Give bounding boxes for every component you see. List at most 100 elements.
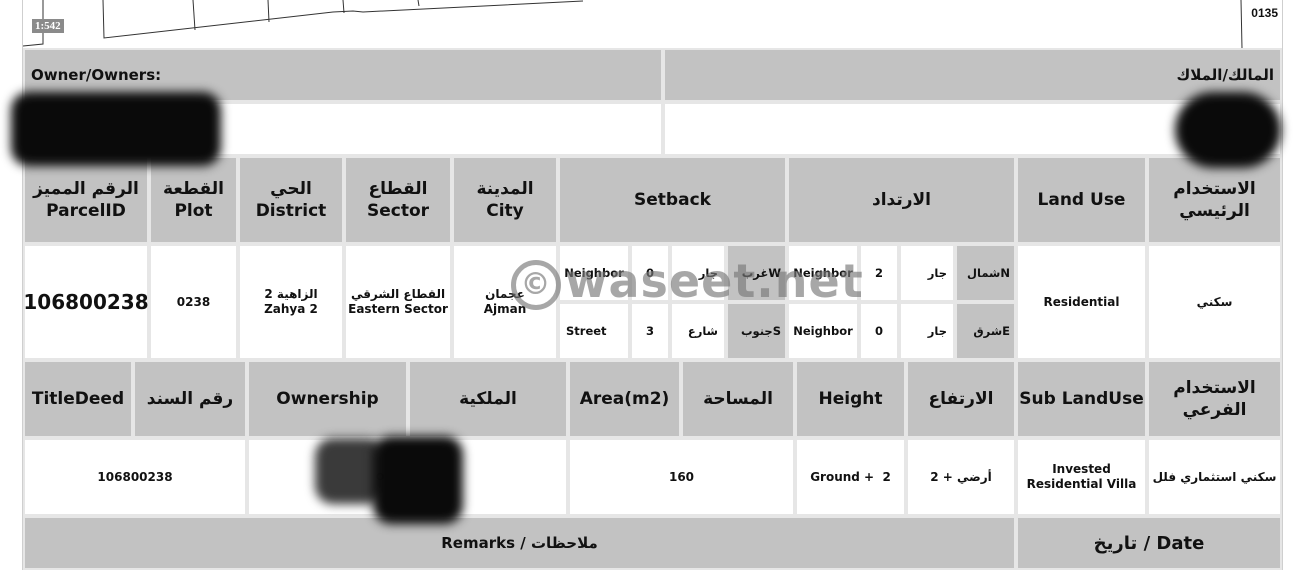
header-height-ar-text: الارتفاع xyxy=(928,389,994,409)
sub-land-use-en-value: Invested Residential Villa xyxy=(1016,438,1147,516)
setback-west-type-ar: جار xyxy=(670,244,726,302)
header-parcel-id-en: ParcelID xyxy=(46,201,126,221)
header-sub-land-use-ar-text: الاستخدام الفرعي xyxy=(1173,378,1256,420)
area-text: 160 xyxy=(668,469,695,484)
setback-east-direction: شرقE xyxy=(955,302,1016,360)
sector-en-text: Eastern Sector xyxy=(348,302,448,316)
site-plan-document: 1:542 0135 Owner/Owners: المالك/الملاك A… xyxy=(11,0,1283,570)
header-setback-ar: الارتداد xyxy=(787,156,1016,244)
parcel-id-text: 106800238 xyxy=(23,290,149,314)
setback-north-value: 2 xyxy=(859,244,899,302)
height-en-value: Ground + 2 xyxy=(795,438,906,516)
sector-ar-text: القطاع الشرقي xyxy=(350,287,446,301)
redaction-mark-owner-en xyxy=(11,92,221,166)
setback-north-direction: شمالN xyxy=(955,244,1016,302)
setback-north-type-en-text: Neighbor xyxy=(793,266,853,280)
sub-land-use-ar-value: سكني استثماري فلل xyxy=(1147,438,1282,516)
header-ownership-ar-text: الملكية xyxy=(459,389,517,409)
header-setback-ar-text: الارتداد xyxy=(871,190,932,210)
header-sector: القطاع Sector xyxy=(344,156,452,244)
header-area-ar-text: المساحة xyxy=(703,389,773,409)
title-deed-text: 106800238 xyxy=(97,469,173,484)
land-use-ar-value: سكني xyxy=(1147,244,1282,360)
header-parcel-id-ar: الرقم المميز xyxy=(33,179,139,199)
setback-north-type-ar-text: جار xyxy=(927,266,947,280)
header-district-en: District xyxy=(255,201,327,221)
header-sector-ar: القطاع xyxy=(368,179,428,199)
setback-west-value: 0 xyxy=(630,244,670,302)
header-plot: القطعة Plot xyxy=(149,156,238,244)
sector-value: القطاع الشرقي Eastern Sector xyxy=(344,244,452,360)
setback-west-direction-text: غربW xyxy=(741,266,781,280)
header-height-en: Height xyxy=(795,360,906,438)
district-value: الزاهية 2 Zahya 2 xyxy=(238,244,344,360)
remarks-header: Remarks / ملاحظات xyxy=(23,516,1016,570)
setback-east-direction-text: شرقE xyxy=(973,324,1010,338)
setback-south-direction: جنوبS xyxy=(726,302,787,360)
setback-east-type-en-text: Neighbor xyxy=(793,324,853,338)
parcel-map: 1:542 0135 xyxy=(23,0,1282,48)
sub-land-use-ar-text: سكني استثماري فلل xyxy=(1152,469,1277,484)
setback-east-value-text: 0 xyxy=(874,324,883,338)
header-sector-en: Sector xyxy=(366,201,430,221)
setback-south-direction-text: جنوبS xyxy=(740,324,781,338)
header-land-use-ar: الاستخدام الرئيسي xyxy=(1147,156,1282,244)
header-city-en: City xyxy=(486,201,524,221)
setback-south-type-ar-text: شارع xyxy=(687,324,718,338)
remarks-label: Remarks / ملاحظات xyxy=(441,534,598,552)
setback-west-type-en: Neighbor xyxy=(558,244,630,302)
header-setback-en: Setback xyxy=(558,156,787,244)
setback-west-type-ar-text: جار xyxy=(698,266,718,280)
plot-value: 0238 xyxy=(149,244,238,360)
setback-east-type-en: Neighbor xyxy=(787,302,859,360)
setback-south-type-en-text: Street xyxy=(566,324,607,338)
owners-header-ar-text: المالك/الملاك xyxy=(1176,66,1274,84)
setback-north-type-en: Neighbor xyxy=(787,244,859,302)
header-height-en-text: Height xyxy=(818,389,883,409)
city-en-text: Ajman xyxy=(483,302,527,316)
header-ownership-ar: الملكية xyxy=(408,360,568,438)
date-label: تاريخ / Date xyxy=(1093,532,1205,554)
setback-west-direction: غربW xyxy=(726,244,787,302)
setback-east-value: 0 xyxy=(859,302,899,360)
land-use-en-value: Residential xyxy=(1016,244,1147,360)
header-setback-en-text: Setback xyxy=(634,190,711,210)
header-plot-en: Plot xyxy=(174,201,213,221)
header-title-deed-ar-text: رقم السند xyxy=(146,389,234,409)
header-land-use-en: Land Use xyxy=(1016,156,1147,244)
setback-east-type-ar-text: جار xyxy=(927,324,947,338)
height-en-text: Ground + 2 xyxy=(810,469,891,484)
land-use-en-text: Residential xyxy=(1043,294,1120,309)
setback-south-value-text: 3 xyxy=(645,324,654,338)
owners-header-en-text: Owner/Owners: xyxy=(31,66,162,84)
header-title-deed-en: TitleDeed xyxy=(23,360,133,438)
owners-header-ar: المالك/الملاك xyxy=(663,48,1282,102)
setback-west-type-en-text: Neighbor xyxy=(564,266,624,280)
parcel-id-value: 106800238 xyxy=(23,244,149,360)
header-title-deed-en-text: TitleDeed xyxy=(31,389,125,409)
city-ar-text: عجمان xyxy=(485,287,525,301)
redaction-mark-owner-ar xyxy=(1175,92,1281,168)
title-deed-value: 106800238 xyxy=(23,438,247,516)
header-city-ar: المدينة xyxy=(476,179,534,199)
redaction-mark-ownership-2 xyxy=(373,436,463,524)
header-land-use-en-text: Land Use xyxy=(1037,190,1126,210)
parcel-boundary-lines xyxy=(23,0,1243,48)
height-ar-text: أرضي + 2 xyxy=(930,469,992,484)
map-scale-label: 1:542 xyxy=(32,19,64,33)
district-en-text: Zahya 2 xyxy=(264,302,318,316)
plot-text: 0238 xyxy=(176,294,211,309)
setback-north-value-text: 2 xyxy=(874,266,883,280)
setback-south-value: 3 xyxy=(630,302,670,360)
land-use-ar-text: سكني xyxy=(1196,294,1233,309)
sub-land-use-en-text: Invested Residential Villa xyxy=(1026,462,1137,491)
header-parcel-id: الرقم المميز ParcelID xyxy=(23,156,149,244)
height-ar-value: أرضي + 2 xyxy=(906,438,1016,516)
setback-west-value-text: 0 xyxy=(645,266,654,280)
header-sub-land-use-en: Sub LandUse xyxy=(1016,360,1147,438)
map-parcel-number: 0135 xyxy=(1251,6,1278,20)
date-header: تاريخ / Date xyxy=(1016,516,1282,570)
header-district-ar: الحي xyxy=(270,179,312,199)
city-value: عجمان Ajman xyxy=(452,244,558,360)
header-district: الحي District xyxy=(238,156,344,244)
